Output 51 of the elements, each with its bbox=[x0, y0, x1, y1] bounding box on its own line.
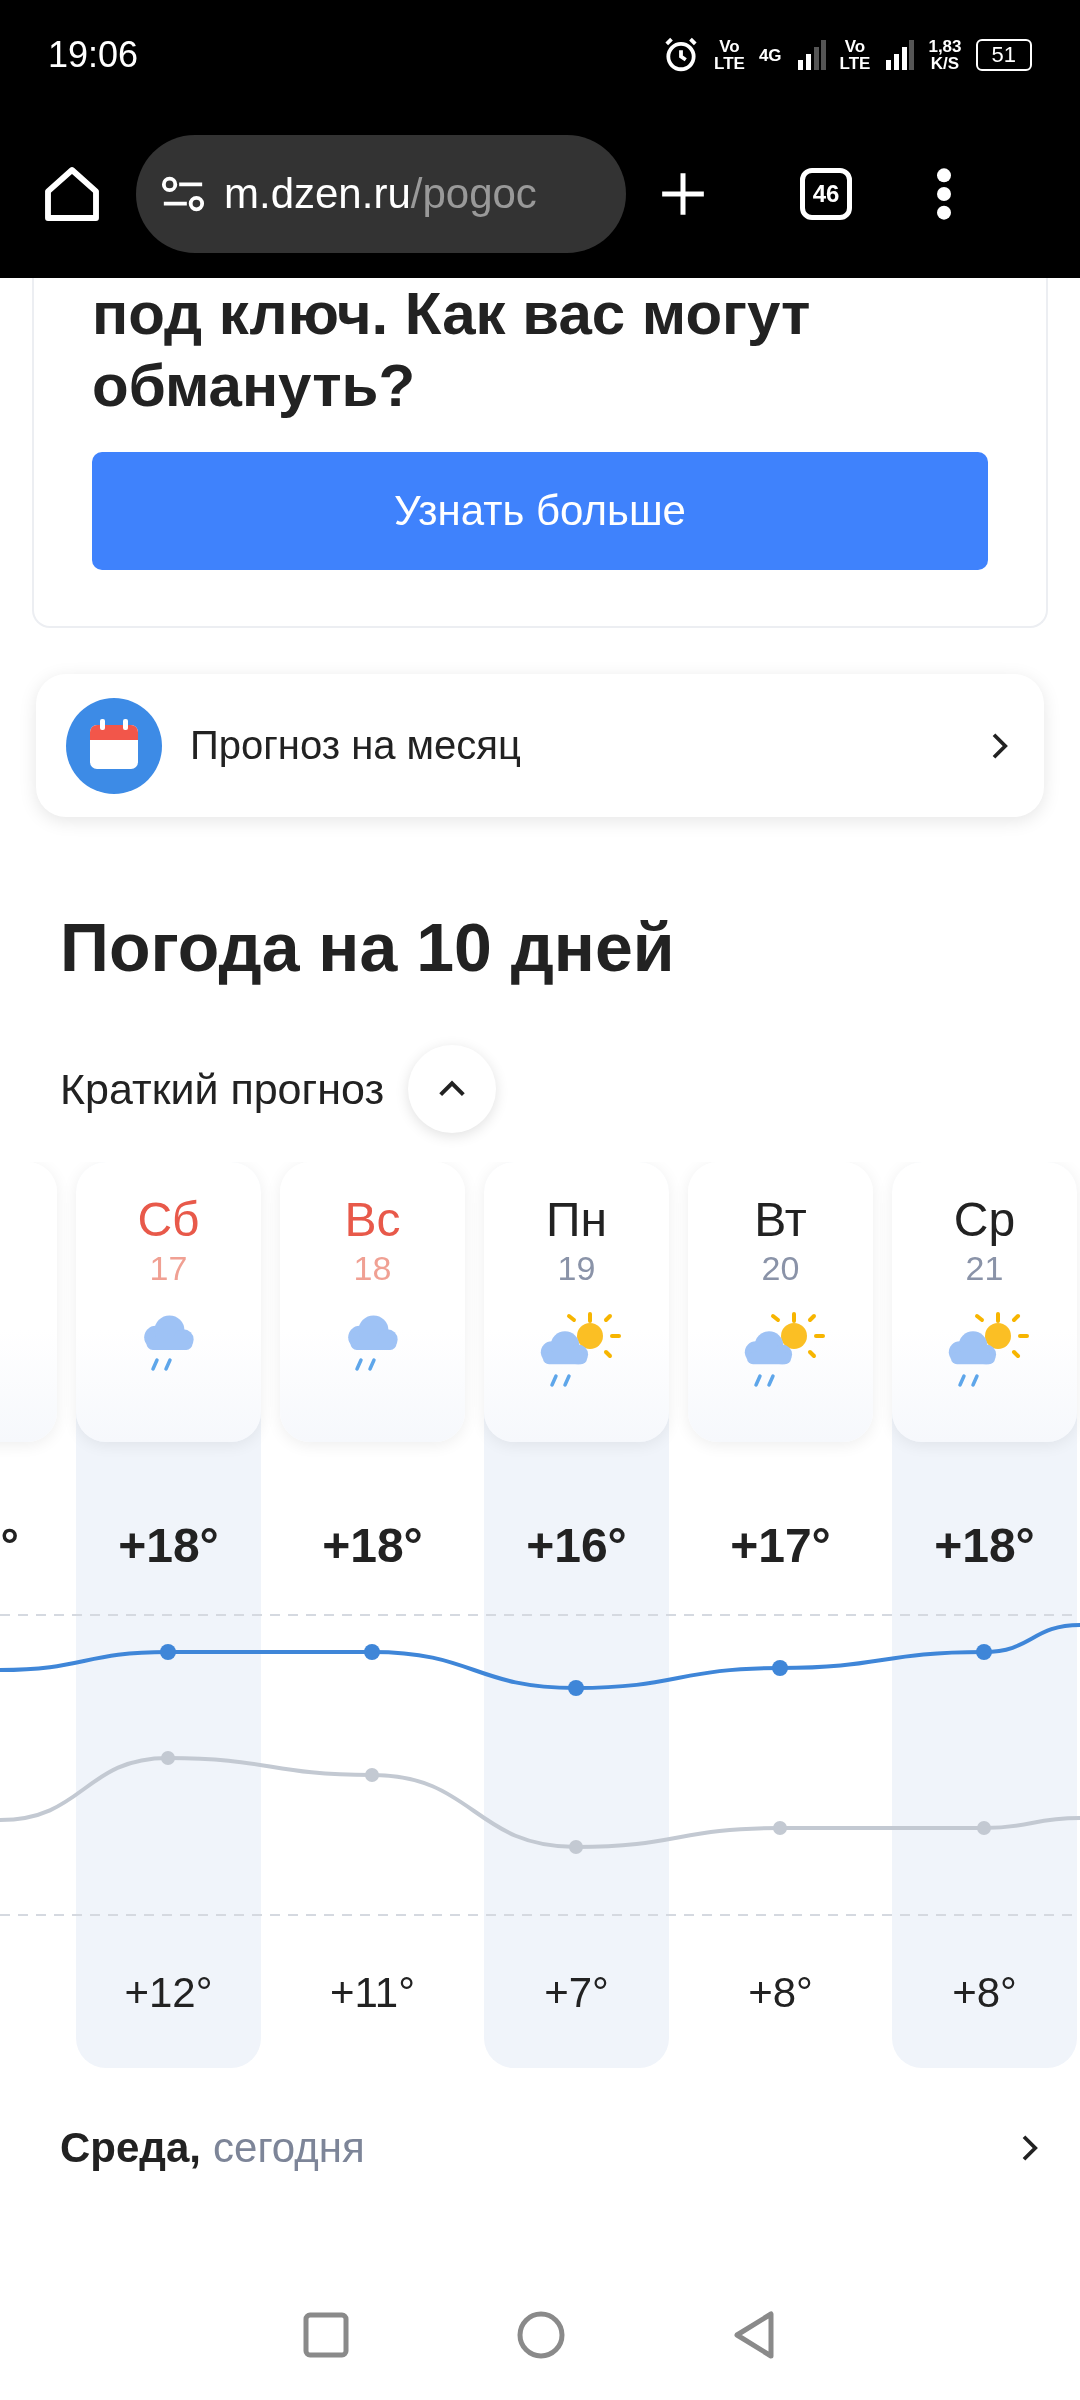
learn-more-button[interactable]: Узнать больше bbox=[92, 452, 988, 570]
volte-indicator: Vo LTE bbox=[839, 38, 871, 72]
day-card[interactable]: Вс 18 bbox=[280, 1162, 465, 1442]
volte-indicator: Vo LTE bbox=[714, 38, 745, 72]
max-temperature: +16° bbox=[526, 1517, 627, 1574]
max-temperature: +18° bbox=[934, 1517, 1035, 1574]
menu-button[interactable] bbox=[934, 166, 954, 222]
min-temperature: +11° bbox=[330, 1968, 415, 2018]
signal-icon bbox=[795, 40, 826, 70]
max-temperature: +18° bbox=[322, 1517, 423, 1574]
date-label: 20 bbox=[761, 1248, 800, 1288]
address-bar[interactable]: m.dzen.ru/pogoc bbox=[136, 135, 626, 253]
site-settings-icon bbox=[160, 174, 206, 214]
day-card[interactable]: Вт 20 bbox=[688, 1162, 873, 1442]
signal-icon bbox=[884, 40, 915, 70]
weekday-label: Пн bbox=[546, 1192, 607, 1248]
date-label: 19 bbox=[557, 1248, 596, 1288]
ad-title: под ключ. Как вас могут обмануть? bbox=[92, 279, 812, 421]
status-time: 19:06 bbox=[48, 34, 140, 76]
today-label: сегодня bbox=[213, 2124, 366, 2172]
weekday-label: Вс bbox=[344, 1192, 401, 1248]
section-title: Погода на 10 дней bbox=[60, 908, 676, 987]
max-temperature: +17° bbox=[730, 1517, 831, 1574]
max-temperature: +18° bbox=[118, 1517, 219, 1574]
weekday-label: Вт bbox=[754, 1192, 807, 1248]
weekday-label: Ср bbox=[953, 1192, 1016, 1248]
day-card[interactable]: Сб 17 bbox=[76, 1162, 261, 1442]
monthly-forecast-link[interactable]: Прогноз на месяц bbox=[36, 674, 1044, 817]
min-temperature: +7° bbox=[544, 1968, 609, 2018]
back-button[interactable] bbox=[732, 2310, 777, 2360]
date-label: 18 bbox=[353, 1248, 392, 1288]
tab-switcher-button[interactable]: 46 bbox=[800, 168, 852, 220]
day-card[interactable]: Ср 21 bbox=[892, 1162, 1077, 1442]
max-temperature: ° bbox=[0, 1518, 19, 1573]
date-label: 17 bbox=[149, 1248, 188, 1288]
url-text: m.dzen.ru/pogoc bbox=[224, 170, 537, 218]
network-type-indicator: 4G bbox=[758, 46, 782, 64]
home-nav-button[interactable] bbox=[516, 2310, 566, 2360]
day-title: Среда, bbox=[60, 2124, 202, 2172]
battery-indicator: 51 bbox=[975, 39, 1032, 71]
calendar-icon bbox=[66, 697, 162, 794]
network-speed: 1,83 K/S bbox=[928, 38, 962, 72]
short-forecast-label: Краткий прогноз bbox=[60, 1064, 385, 1114]
recents-button[interactable] bbox=[303, 2312, 350, 2358]
date-label: 21 bbox=[965, 1248, 1004, 1288]
alarm-icon bbox=[662, 36, 700, 74]
min-temperature: +8° bbox=[748, 1968, 813, 2018]
min-temperature: +12° bbox=[124, 1968, 213, 2018]
day-card[interactable]: Пн 19 bbox=[484, 1162, 669, 1442]
min-temperature: +8° bbox=[952, 1968, 1017, 2018]
weekday-label: Сб bbox=[137, 1192, 200, 1248]
